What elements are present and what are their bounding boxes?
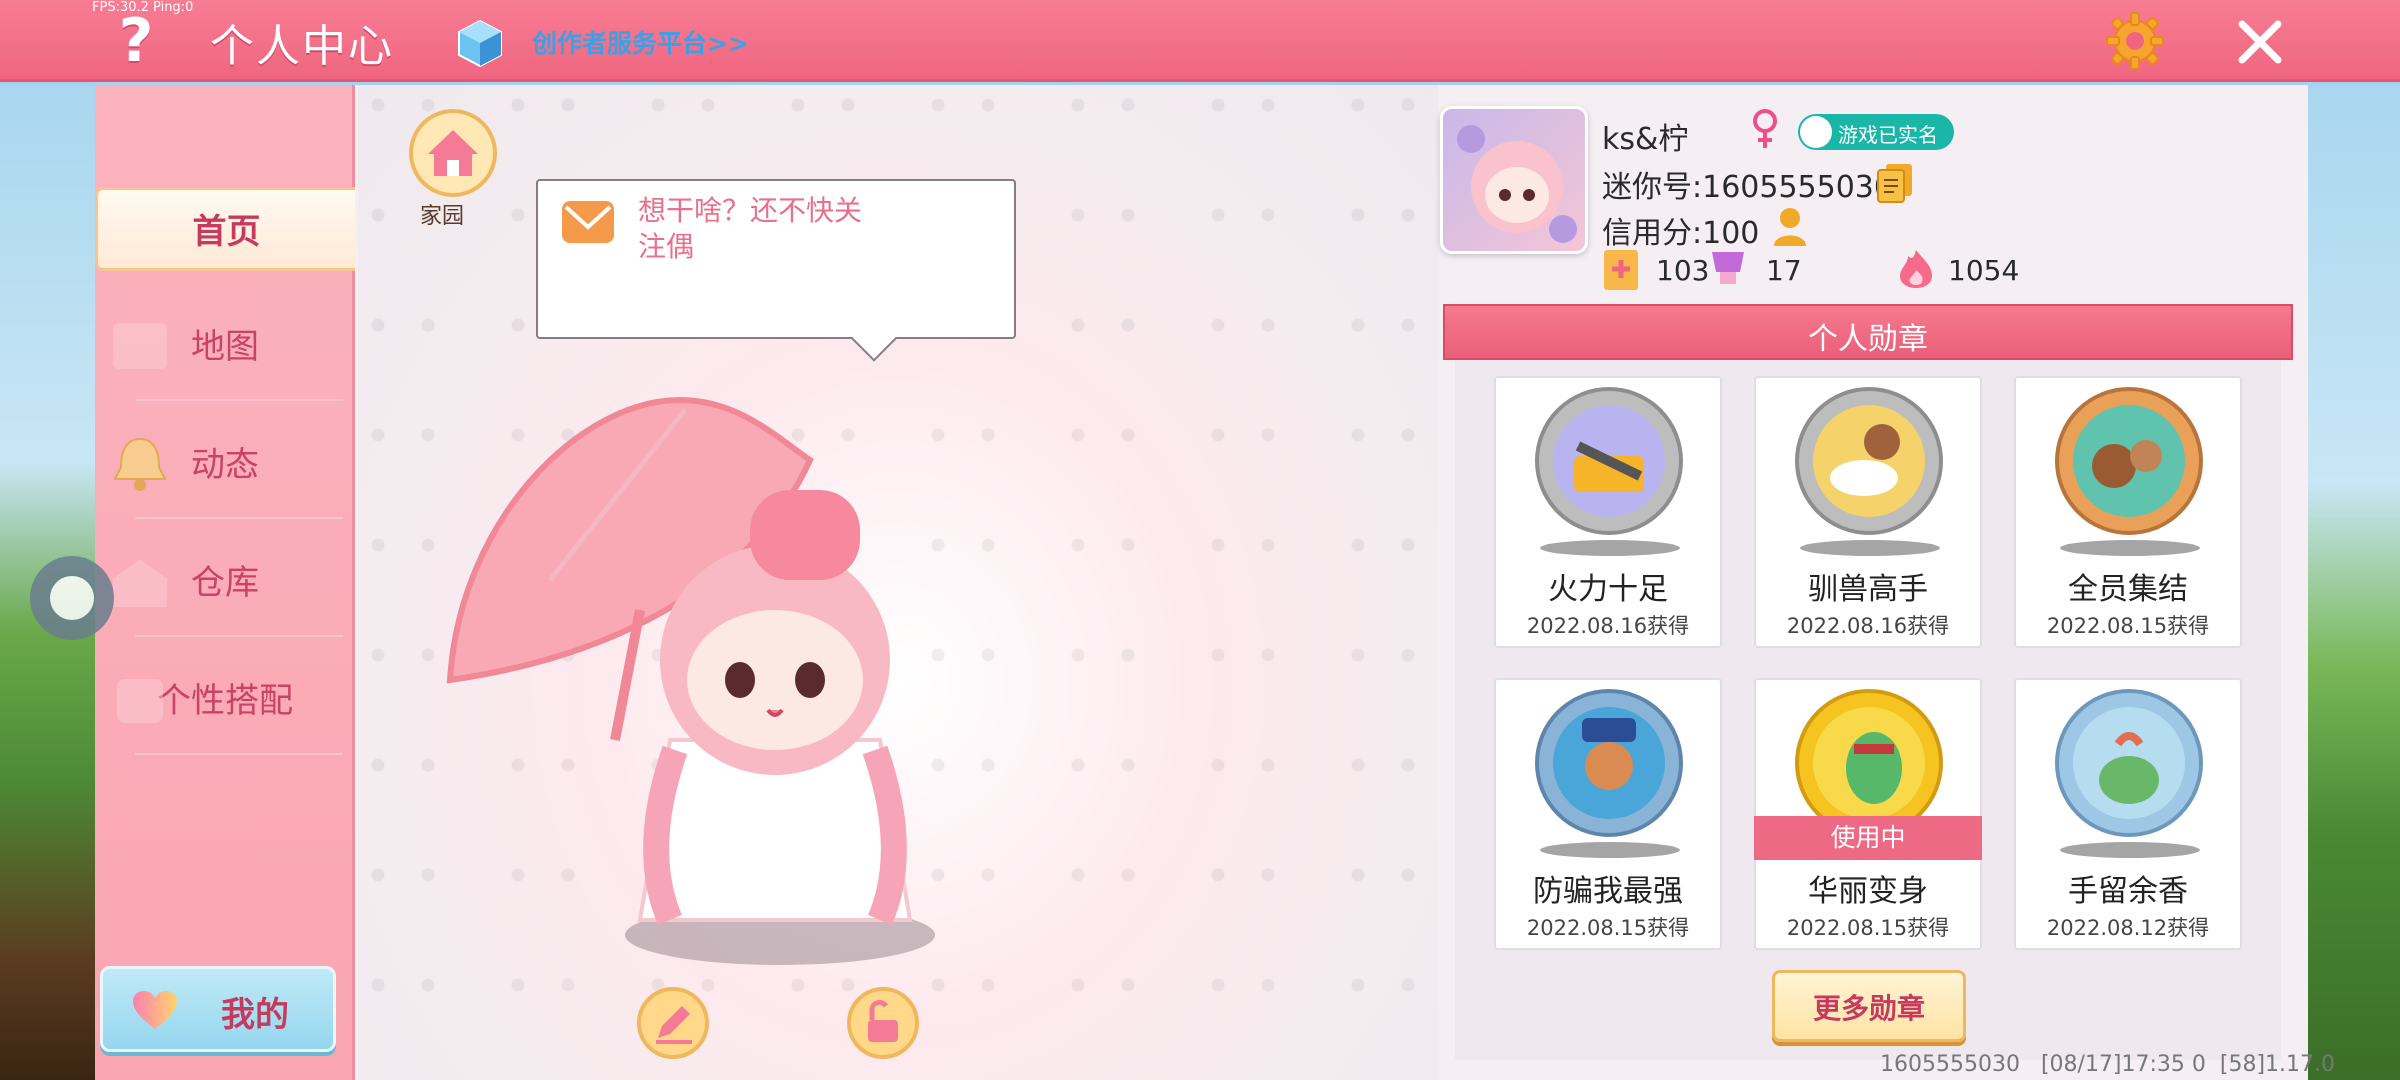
medal-assemble-icon: [2055, 387, 2203, 535]
in-use-badge: 使用中: [1754, 816, 1982, 860]
close-icon[interactable]: [2232, 14, 2288, 70]
medals-header: 个人勋章: [1443, 304, 2293, 360]
sidebar-item-warehouse[interactable]: 仓库: [95, 541, 355, 637]
home-icon[interactable]: [408, 108, 498, 198]
medal-card[interactable]: 火力十足 2022.08.16获得: [1494, 376, 1722, 648]
bell-icon: [113, 437, 167, 491]
medal-card[interactable]: 使用中 华丽变身 2022.08.15获得: [1754, 678, 1982, 950]
popularity-flame-icon: [1900, 250, 1932, 288]
sidebar-item-map[interactable]: 地图: [95, 305, 355, 401]
build-info: 1605555030 [08/17]17:35 0 [58]1.17.0: [1880, 1052, 2336, 1077]
medal-fragrance-icon: [2055, 689, 2203, 837]
divider: [135, 753, 343, 755]
sidebar-item-outfit[interactable]: 个性搭配: [95, 659, 355, 755]
medal-name: 华丽变身: [1808, 874, 1928, 909]
player-character: [446, 396, 935, 965]
credit-info-icon[interactable]: [1770, 206, 1814, 248]
sidebar-item-feed[interactable]: 动态: [95, 423, 355, 519]
medal-date: 2022.08.15获得: [1786, 916, 1950, 940]
medal-name: 手留余香: [2068, 874, 2188, 909]
medal-tamer-icon: [1795, 387, 1943, 535]
medal-name: 驯兽高手: [1808, 572, 1928, 607]
bubble-text: 想干啥？还不快关注偶: [638, 194, 863, 263]
outfit-icon: [117, 679, 163, 723]
page-title: 个人中心: [210, 21, 394, 72]
avatar-portrait-icon: [1457, 125, 1577, 243]
medal-shadow: [1800, 540, 1940, 556]
medal-anti-fraud-icon: [1535, 689, 1683, 837]
help-icon[interactable]: ?: [106, 10, 166, 72]
popularity-count: 1054: [1948, 254, 2020, 287]
medal-name: 火力十足: [1548, 572, 1668, 607]
trophy-icon: [1712, 252, 1744, 284]
top-bar: FPS:30.2 Ping:0 ? 个人中心 创作者服务平台>>: [0, 0, 2400, 82]
edit-icon[interactable]: [636, 986, 710, 1060]
favorites-icon: [1604, 250, 1638, 290]
medal-card[interactable]: 全员集结 2022.08.15获得: [2014, 376, 2242, 648]
creator-platform-link[interactable]: 创作者服务平台>>: [532, 24, 749, 60]
sidebar-item-label: 动态: [191, 445, 259, 485]
my-button-label: 我的: [221, 995, 289, 1035]
sidebar-item-label: 个性搭配: [157, 681, 293, 721]
medal-firepower-icon: [1535, 387, 1683, 535]
medal-shadow: [1540, 540, 1680, 556]
medal-card[interactable]: 手留余香 2022.08.12获得: [2014, 678, 2242, 950]
speech-bubble: 想干啥？还不快关注偶: [536, 179, 1016, 339]
divider: [135, 399, 343, 401]
medal-shadow: [2060, 842, 2200, 858]
floating-assist-button[interactable]: [30, 556, 114, 640]
my-button[interactable]: 我的: [100, 966, 336, 1052]
female-icon: [1753, 109, 1777, 148]
trophy-count: 17: [1766, 254, 1802, 287]
medal-date: 2022.08.15获得: [2046, 614, 2210, 638]
creator-cube-icon[interactable]: [455, 18, 505, 68]
more-medals-label: 更多勋章: [1812, 992, 1925, 1025]
warehouse-icon: [113, 559, 167, 607]
medal-card[interactable]: 驯兽高手 2022.08.16获得: [1754, 376, 1982, 648]
more-medals-button[interactable]: 更多勋章: [1772, 970, 1966, 1042]
unlock-icon[interactable]: [846, 986, 920, 1060]
mail-icon: [562, 201, 614, 243]
favorites-count: 103: [1656, 254, 1710, 287]
copy-icon[interactable]: [1876, 162, 1914, 204]
gear-icon[interactable]: [2104, 10, 2166, 72]
medal-shadow: [2060, 540, 2200, 556]
mini-id: 迷你号:1605555030: [1602, 170, 1893, 205]
medal-date: 2022.08.15获得: [1526, 916, 1690, 940]
medal-date: 2022.08.16获得: [1786, 614, 1950, 638]
medal-card[interactable]: 防骗我最强 2022.08.15获得: [1494, 678, 1722, 950]
medal-name: 全员集结: [2068, 572, 2188, 607]
verified-user-icon: [1800, 116, 1832, 148]
divider: [135, 517, 343, 519]
verified-label: 游戏已实名: [1838, 123, 1938, 147]
profile-name: ks&柠: [1602, 122, 1689, 157]
sidebar-item-label: 仓库: [191, 563, 259, 603]
divider: [135, 635, 343, 637]
medal-date: 2022.08.16获得: [1526, 614, 1690, 638]
medal-date: 2022.08.12获得: [2046, 916, 2210, 940]
medals-header-label: 个人勋章: [1808, 322, 1928, 357]
verified-badge: 游戏已实名: [1798, 114, 1954, 150]
sidebar-item-home[interactable]: 首页: [95, 187, 355, 271]
game-world-background-right: [2308, 85, 2400, 1080]
sidebar-item-label: 地图: [191, 327, 259, 367]
medal-shadow: [1540, 842, 1680, 858]
sidebar-item-label: 首页: [192, 212, 261, 252]
heart-icon: [133, 991, 177, 1029]
profile-avatar[interactable]: [1440, 106, 1588, 254]
home-label: 家园: [420, 204, 465, 229]
sidebar: 首页 地图 动态 仓库 个性搭配: [95, 85, 355, 1080]
map-icon: [113, 323, 167, 369]
medal-name: 防骗我最强: [1533, 874, 1683, 909]
